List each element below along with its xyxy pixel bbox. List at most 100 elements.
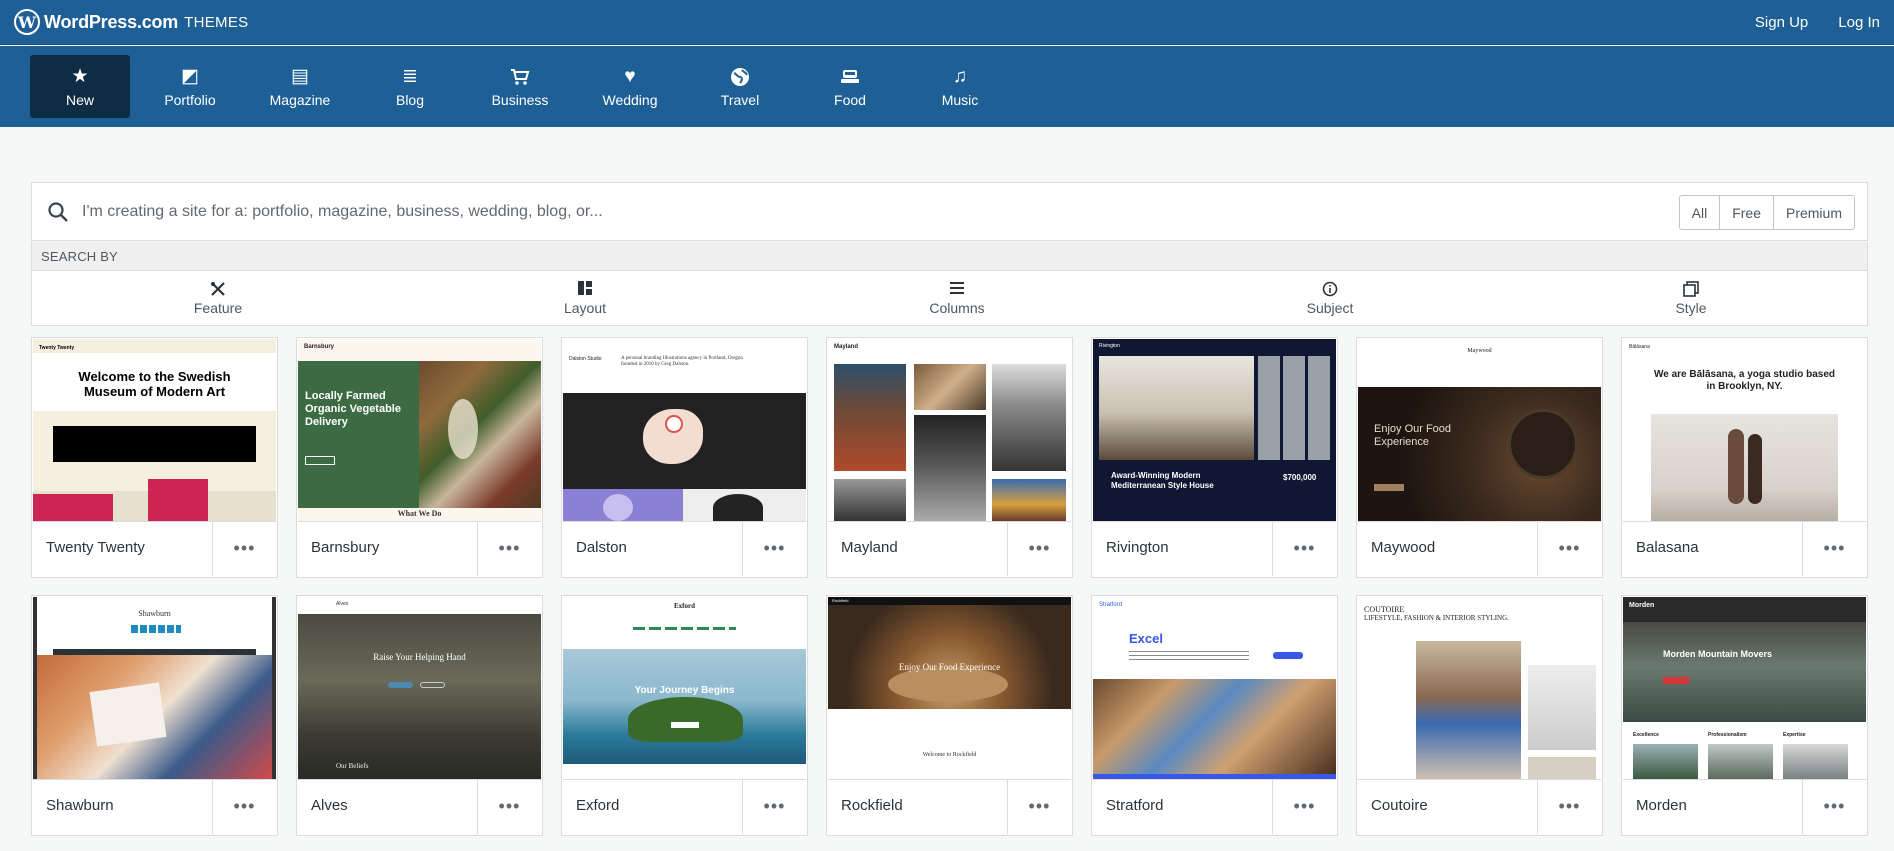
theme-card-barnsbury[interactable]: Barnsbury Locally Farmed Organic Vegetab… bbox=[296, 337, 543, 578]
theme-screenshot[interactable]: Twenty Twenty Welcome to the Swedish Mus… bbox=[33, 339, 276, 521]
theme-card-rockfield[interactable]: Rockfield Enjoy Our Food Experience Welc… bbox=[826, 595, 1073, 836]
blog-icon: ≣ bbox=[402, 66, 418, 87]
theme-card-maywood[interactable]: Maywood Enjoy Our Food Experience Maywoo… bbox=[1356, 337, 1603, 578]
tab-business[interactable]: Business bbox=[470, 55, 570, 118]
more-options-button[interactable]: ••• bbox=[477, 521, 541, 576]
facet-layout[interactable]: Layout bbox=[525, 281, 645, 316]
theme-card-alves[interactable]: Alves Raise Your Helping Hand Our Belief… bbox=[296, 595, 543, 836]
theme-screenshot[interactable]: Alves Raise Your Helping Hand Our Belief… bbox=[298, 597, 541, 779]
filter-free[interactable]: Free bbox=[1720, 196, 1774, 229]
tab-wedding[interactable]: ♥ Wedding bbox=[580, 55, 680, 118]
theme-card-dalston[interactable]: Dalston Studio A personal branding Illus… bbox=[561, 337, 808, 578]
theme-name[interactable]: Rivington bbox=[1106, 539, 1169, 556]
preview-site-title: Barnsbury bbox=[304, 344, 335, 350]
facet-label: Layout bbox=[563, 300, 607, 316]
facet-subject[interactable]: Subject bbox=[1270, 281, 1390, 316]
preview-headline: Locally Farmed Organic Vegetable Deliver… bbox=[305, 390, 401, 428]
theme-screenshot[interactable]: Barnsbury Locally Farmed Organic Vegetab… bbox=[298, 339, 541, 521]
more-options-button[interactable]: ••• bbox=[1007, 521, 1071, 576]
tab-label: Travel bbox=[720, 91, 760, 108]
theme-screenshot[interactable]: Bālāsana We are Bālāsana, a yoga studio … bbox=[1623, 339, 1866, 521]
theme-name[interactable]: Morden bbox=[1636, 797, 1687, 814]
tab-label: Portfolio bbox=[164, 91, 216, 108]
theme-card-exford[interactable]: Exford Your Journey Begins Exford ••• bbox=[561, 595, 808, 836]
more-options-button[interactable]: ••• bbox=[212, 779, 276, 834]
search-icon[interactable] bbox=[46, 200, 70, 224]
theme-name[interactable]: Alves bbox=[311, 797, 348, 814]
theme-card-rivington[interactable]: Rivington Award-Winning Modern Mediterra… bbox=[1091, 337, 1338, 578]
preview-site-title: Mayland bbox=[834, 344, 859, 350]
tab-label: Business bbox=[491, 91, 549, 108]
more-options-button[interactable]: ••• bbox=[477, 779, 541, 834]
more-options-button[interactable]: ••• bbox=[212, 521, 276, 576]
facet-style[interactable]: Style bbox=[1631, 281, 1751, 316]
preview-headline: Morden Mountain Movers bbox=[1663, 649, 1773, 659]
theme-name[interactable]: Coutoire bbox=[1371, 797, 1428, 814]
tab-label: Music bbox=[941, 91, 979, 108]
facet-label: Subject bbox=[1306, 300, 1354, 316]
theme-screenshot[interactable]: Stratford Excel bbox=[1093, 597, 1336, 779]
theme-name[interactable]: Twenty Twenty bbox=[46, 539, 145, 556]
tab-label: Food bbox=[834, 91, 866, 108]
theme-screenshot[interactable]: Exford Your Journey Begins bbox=[563, 597, 806, 779]
theme-name[interactable]: Dalston bbox=[576, 539, 627, 556]
search-input[interactable] bbox=[82, 202, 1282, 221]
theme-card-coutoire[interactable]: COUTOIRE LIFESTYLE, FASHION & INTERIOR S… bbox=[1356, 595, 1603, 836]
tab-magazine[interactable]: ▤ Magazine bbox=[250, 55, 350, 118]
theme-card-shawburn[interactable]: Shawburn Shawburn ••• bbox=[31, 595, 278, 836]
tab-blog[interactable]: ≣ Blog bbox=[360, 55, 460, 118]
theme-name[interactable]: Mayland bbox=[841, 539, 898, 556]
theme-screenshot[interactable]: Maywood Enjoy Our Food Experience bbox=[1358, 339, 1601, 521]
theme-name[interactable]: Balasana bbox=[1636, 539, 1699, 556]
magazine-icon: ▤ bbox=[291, 66, 309, 87]
theme-name[interactable]: Rockfield bbox=[841, 797, 903, 814]
signup-link[interactable]: Sign Up bbox=[1755, 14, 1808, 31]
more-options-button[interactable]: ••• bbox=[1537, 779, 1601, 834]
tab-portfolio[interactable]: ◩ Portfolio bbox=[140, 55, 240, 118]
star-icon: ★ bbox=[71, 66, 89, 87]
theme-screenshot[interactable]: Morden Morden Mountain Movers Excellence… bbox=[1623, 597, 1866, 779]
more-options-button[interactable]: ••• bbox=[1802, 521, 1866, 576]
theme-card-stratford[interactable]: Stratford Excel Stratford ••• bbox=[1091, 595, 1338, 836]
more-options-button[interactable]: ••• bbox=[1272, 521, 1336, 576]
tab-food[interactable]: Food bbox=[800, 55, 900, 118]
cart-icon bbox=[510, 66, 530, 88]
theme-name[interactable]: Maywood bbox=[1371, 539, 1435, 556]
theme-screenshot[interactable]: COUTOIRE LIFESTYLE, FASHION & INTERIOR S… bbox=[1358, 597, 1601, 779]
theme-card-balasana[interactable]: Bālāsana We are Bālāsana, a yoga studio … bbox=[1621, 337, 1868, 578]
price-filter: All Free Premium bbox=[1678, 195, 1855, 230]
tab-music[interactable]: ♫ Music bbox=[910, 55, 1010, 118]
theme-screenshot[interactable]: Rivington Award-Winning Modern Mediterra… bbox=[1093, 339, 1336, 521]
more-options-button[interactable]: ••• bbox=[1537, 521, 1601, 576]
theme-screenshot[interactable]: Dalston Studio A personal branding Illus… bbox=[563, 339, 806, 521]
tab-travel[interactable]: Travel bbox=[690, 55, 790, 118]
facet-columns[interactable]: Columns bbox=[897, 281, 1017, 316]
music-icon: ♫ bbox=[952, 66, 968, 87]
theme-screenshot[interactable]: Rockfield Enjoy Our Food Experience Welc… bbox=[828, 597, 1071, 779]
filter-premium[interactable]: Premium bbox=[1774, 196, 1854, 229]
theme-card-mayland[interactable]: Mayland Mayland ••• bbox=[826, 337, 1073, 578]
more-options-button[interactable]: ••• bbox=[1802, 779, 1866, 834]
heart-icon: ♥ bbox=[624, 66, 636, 87]
wordpress-logo[interactable]: W WordPress.com THEMES bbox=[14, 9, 248, 35]
preview-headline: Raise Your Helping Hand bbox=[373, 652, 466, 662]
filter-all[interactable]: All bbox=[1680, 196, 1721, 229]
theme-name[interactable]: Shawburn bbox=[46, 797, 114, 814]
theme-screenshot[interactable]: Shawburn bbox=[33, 597, 276, 779]
theme-screenshot[interactable]: Mayland bbox=[828, 339, 1071, 521]
theme-card-morden[interactable]: Morden Morden Mountain Movers Excellence… bbox=[1621, 595, 1868, 836]
tab-new[interactable]: ★ New bbox=[30, 55, 130, 118]
more-options-button[interactable]: ••• bbox=[742, 779, 806, 834]
theme-card-twenty-twenty[interactable]: Twenty Twenty Welcome to the Swedish Mus… bbox=[31, 337, 278, 578]
facet-feature[interactable]: Feature bbox=[158, 281, 278, 316]
preview-intro: A personal branding Illustrations agency… bbox=[621, 356, 743, 367]
theme-name[interactable]: Barnsbury bbox=[311, 539, 379, 556]
theme-name[interactable]: Exford bbox=[576, 797, 619, 814]
more-options-button[interactable]: ••• bbox=[1272, 779, 1336, 834]
login-link[interactable]: Log In bbox=[1838, 14, 1880, 31]
theme-name[interactable]: Stratford bbox=[1106, 797, 1164, 814]
preview-price: $700,000 bbox=[1283, 473, 1317, 482]
more-options-button[interactable]: ••• bbox=[1007, 779, 1071, 834]
preview-site-title: Morden bbox=[1629, 602, 1655, 609]
more-options-button[interactable]: ••• bbox=[742, 521, 806, 576]
